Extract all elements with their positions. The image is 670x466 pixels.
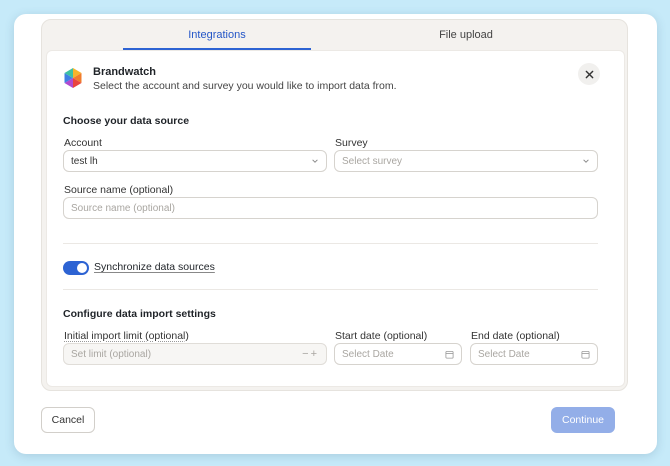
source-name-label: Source name (optional) xyxy=(64,184,174,196)
end-date-picker[interactable]: Select Date xyxy=(470,343,598,365)
end-date-placeholder: Select Date xyxy=(478,348,530,360)
divider xyxy=(63,289,598,290)
source-name-placeholder: Source name (optional) xyxy=(71,202,175,214)
import-limit-input[interactable]: Set limit (optional) − + xyxy=(63,343,327,365)
import-limit-label: Initial import limit (optional) xyxy=(64,330,189,342)
divider xyxy=(63,243,598,244)
calendar-icon xyxy=(581,350,590,359)
account-label: Account xyxy=(64,137,102,149)
tab-bar: Integrations File upload xyxy=(42,20,627,50)
account-value: test lh xyxy=(71,155,98,167)
sync-toggle[interactable] xyxy=(63,261,89,275)
data-source-heading: Choose your data source xyxy=(63,115,190,127)
start-date-picker[interactable]: Select Date xyxy=(334,343,462,365)
close-icon xyxy=(585,70,593,78)
import-limit-placeholder: Set limit (optional) xyxy=(71,348,152,360)
sync-toggle-label[interactable]: Synchronize data sources xyxy=(94,261,215,273)
decrement-button[interactable]: − xyxy=(302,348,310,360)
start-date-label: Start date (optional) xyxy=(335,330,428,342)
calendar-icon xyxy=(445,350,454,359)
chevron-down-icon xyxy=(312,159,318,163)
integration-subtitle: Select the account and survey you would … xyxy=(93,80,397,92)
source-name-input[interactable]: Source name (optional) xyxy=(63,197,598,219)
tab-file-upload[interactable]: File upload xyxy=(372,20,560,50)
import-modal: Integrations File upload Brandwatch Sele… xyxy=(14,14,657,454)
survey-placeholder: Select survey xyxy=(342,155,403,167)
increment-button[interactable]: + xyxy=(311,348,319,360)
cancel-button[interactable]: Cancel xyxy=(41,407,95,433)
start-date-placeholder: Select Date xyxy=(342,348,394,360)
import-settings-heading: Configure data import settings xyxy=(63,308,216,320)
integration-panel: Integrations File upload Brandwatch Sele… xyxy=(41,19,628,391)
brandwatch-logo xyxy=(64,68,82,88)
toggle-knob xyxy=(77,263,87,273)
integration-title: Brandwatch xyxy=(93,66,156,78)
chevron-down-icon xyxy=(583,159,589,163)
tab-integrations[interactable]: Integrations xyxy=(123,20,311,50)
survey-label: Survey xyxy=(335,137,368,149)
end-date-label: End date (optional) xyxy=(471,330,560,342)
survey-select[interactable]: Select survey xyxy=(334,150,598,172)
continue-button[interactable]: Continue xyxy=(551,407,615,433)
integration-card: Brandwatch Select the account and survey… xyxy=(46,50,625,387)
close-button[interactable] xyxy=(578,63,600,85)
account-select[interactable]: test lh xyxy=(63,150,327,172)
